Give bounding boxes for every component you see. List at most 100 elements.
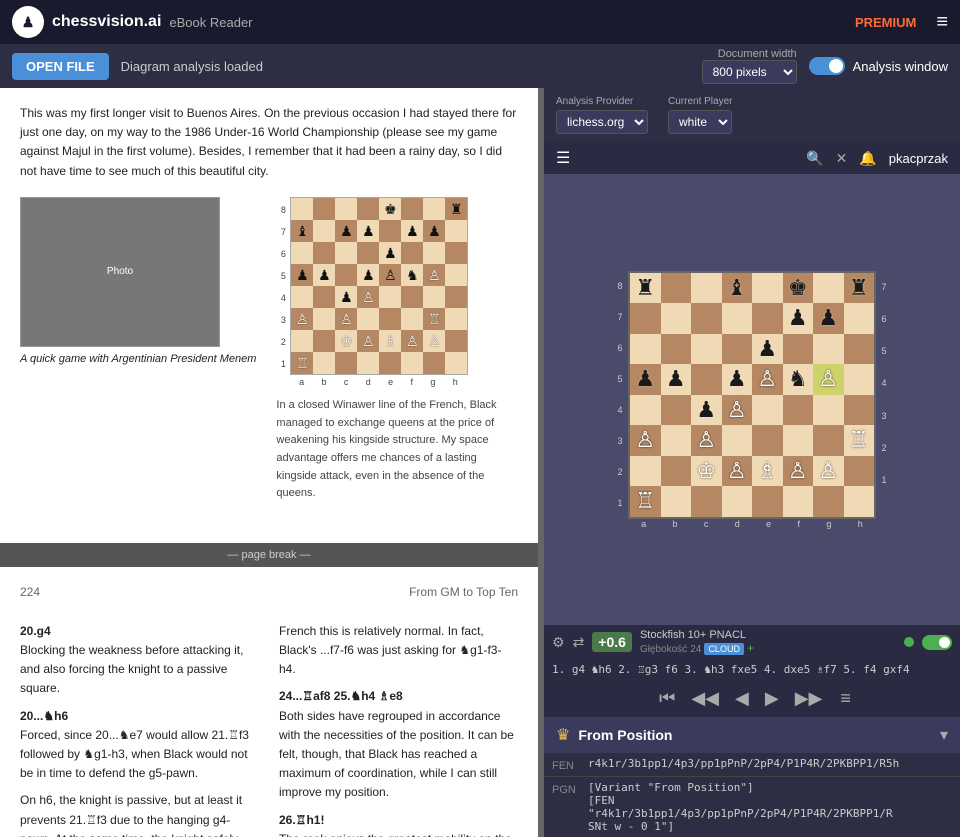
as-f6 xyxy=(783,334,814,365)
lichess-hamburger-icon[interactable]: ☰ xyxy=(556,148,570,168)
analysis-chess-board[interactable]: ♜ ♝ ♚ ♜ xyxy=(628,271,876,519)
page2-right-col: French this is relatively normal. In fac… xyxy=(279,622,518,837)
search-icon[interactable]: 🔍 xyxy=(806,150,823,167)
as-d4: ♙ xyxy=(722,395,753,426)
engine-name: Stockfish 10+ PNACL xyxy=(640,629,746,641)
right-move3-head: 26.♖h1! xyxy=(279,811,518,830)
flip-board-icon[interactable]: ⇄ xyxy=(573,634,585,651)
engine-active-indicator xyxy=(904,637,914,647)
as-h8: ♜ xyxy=(844,273,875,304)
sq-e7 xyxy=(379,220,401,242)
sq-f6 xyxy=(401,242,423,264)
from-position-chevron-icon: ▾ xyxy=(940,725,948,745)
as-g4 xyxy=(813,395,844,426)
as-f5: ♞ xyxy=(783,364,814,395)
as-b1 xyxy=(661,486,692,517)
sq-a8 xyxy=(291,198,313,220)
eval-score: +0.6 xyxy=(592,632,632,652)
sq-f2: ♙ xyxy=(401,330,423,352)
sq-f1 xyxy=(401,352,423,374)
doc-page1: This was my first longer visit to Buenos… xyxy=(0,88,538,543)
pgn-value: [Variant "From Position"] [FEN "r4k1r/3b… xyxy=(588,781,893,833)
page2-left-col: 20.g4 Blocking the weakness before attac… xyxy=(20,622,259,837)
app-subtitle: eBook Reader xyxy=(169,15,252,30)
board-container: 87654321 ♜ ♝ ♚ ♜ xyxy=(544,174,960,625)
as-d5: ♟ xyxy=(722,364,753,395)
as-b4 xyxy=(661,395,692,426)
doc-width-container: Document width 800 pixels 600 pixels 700… xyxy=(702,48,797,84)
as-b5: ♟ xyxy=(661,364,692,395)
as-b6 xyxy=(661,334,692,365)
nav-prev-button[interactable]: ◀ xyxy=(729,686,755,711)
current-player-label: Current Player xyxy=(668,96,732,107)
doc-width-label: Document width xyxy=(718,48,797,60)
sq-b3 xyxy=(313,308,335,330)
as-a6 xyxy=(630,334,661,365)
sq-h6 xyxy=(445,242,467,264)
sq-b2 xyxy=(313,330,335,352)
nav-more-button[interactable]: ≡ xyxy=(840,688,851,709)
as-d6 xyxy=(722,334,753,365)
engine-toggle[interactable] xyxy=(922,635,952,650)
sq-g7: ♟ xyxy=(423,220,445,242)
open-file-button[interactable]: OPEN FILE xyxy=(12,53,109,80)
lichess-header: ☰ 🔍 ✕ 🔔 pkacprzak xyxy=(544,142,960,174)
logo-icon: ♟ xyxy=(12,6,44,38)
fen-value: r4k1r/3b1pp1/4p3/pp1pPnP/2pP4/P1P4R/2PKB… xyxy=(588,757,899,770)
bell-icon[interactable]: 🔔 xyxy=(859,150,876,167)
nav-start-button[interactable]: ⏮ xyxy=(653,686,681,711)
as-c3: ♙ xyxy=(691,425,722,456)
premium-badge[interactable]: PREMIUM xyxy=(855,15,916,30)
as-c8 xyxy=(691,273,722,304)
move-20h6-head: 20...♞h6 xyxy=(20,707,259,726)
sq-d3 xyxy=(357,308,379,330)
nav-prev-fast-button[interactable]: ◀◀ xyxy=(685,686,725,711)
hamburger-menu-icon[interactable]: ≡ xyxy=(936,11,948,34)
as-d2: ♙ xyxy=(722,456,753,487)
sq-b8 xyxy=(313,198,335,220)
board-settings-icon[interactable]: ⚙ xyxy=(552,634,565,651)
board-with-coords: 87654321 ♜ ♝ ♚ ♜ xyxy=(612,271,892,529)
mini-board-row: 87654321 ♚ ♜ xyxy=(276,197,518,375)
sq-f8 xyxy=(401,198,423,220)
right-move3-text: The rook enjoys the greatest mobility on… xyxy=(279,830,518,837)
analysis-window-label: Analysis window xyxy=(853,59,948,74)
rank-coords: 87654321 xyxy=(612,271,628,519)
page-title: From GM to Top Ten xyxy=(409,583,518,602)
analysis-provider-select[interactable]: lichess.org chess.com xyxy=(556,110,648,134)
analysis-panel: Analysis Provider lichess.org chess.com … xyxy=(544,88,960,837)
sq-a1: ♖ xyxy=(291,352,313,374)
app-title: chessvision.ai xyxy=(52,13,161,31)
as-e1 xyxy=(752,486,783,517)
doc-paragraph-1: This was my first longer visit to Buenos… xyxy=(20,104,518,181)
lichess-username[interactable]: pkacprzak xyxy=(889,151,948,166)
nav-next-button[interactable]: ▶ xyxy=(759,686,785,711)
from-position-header[interactable]: ♛ From Position ▾ xyxy=(544,717,960,753)
as-a7 xyxy=(630,303,661,334)
rank-labels: 87654321 xyxy=(276,199,290,375)
as-e6: ♟ xyxy=(752,334,783,365)
crown-icon: ♛ xyxy=(556,725,570,745)
sq-d2: ♙ xyxy=(357,330,379,352)
sq-h3 xyxy=(445,308,467,330)
doc-width-select[interactable]: 800 pixels 600 pixels 700 pixels 900 pix… xyxy=(702,60,797,84)
sq-g3: ♖ xyxy=(423,308,445,330)
analysis-window-toggle[interactable] xyxy=(809,57,845,75)
move-20g4-text: Blocking the weakness before attacking i… xyxy=(20,641,259,699)
sq-a3: ♙ xyxy=(291,308,313,330)
current-player-select[interactable]: white black xyxy=(668,110,732,134)
as-f2: ♙ xyxy=(783,456,814,487)
as-h3: ♖ xyxy=(844,425,875,456)
nav-next-fast-button[interactable]: ▶▶ xyxy=(789,686,829,711)
close-icon[interactable]: ✕ xyxy=(836,150,848,167)
depth-value: 24 xyxy=(690,644,701,655)
move-20g4-head: 20.g4 xyxy=(20,622,259,641)
sq-e4 xyxy=(379,286,401,308)
sq-e5: ♙ xyxy=(379,264,401,286)
sq-e3 xyxy=(379,308,401,330)
sq-b6 xyxy=(313,242,335,264)
as-a4 xyxy=(630,395,661,426)
document-area[interactable]: This was my first longer visit to Buenos… xyxy=(0,88,538,837)
engine-toggle-knob xyxy=(939,637,950,648)
sq-d7: ♟ xyxy=(357,220,379,242)
